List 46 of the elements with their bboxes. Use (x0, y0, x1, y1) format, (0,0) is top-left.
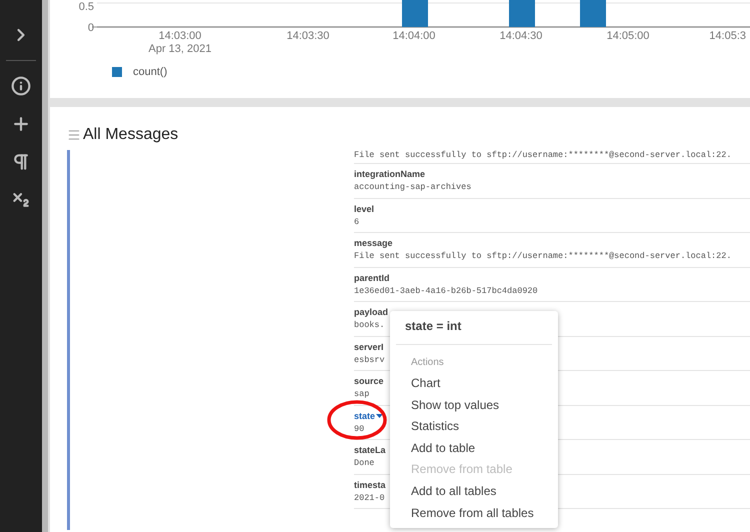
field-name[interactable]: stateLa (354, 444, 386, 458)
x-tick-label: 14:03:00 (158, 30, 202, 42)
menu-item[interactable]: Statistics (396, 416, 552, 438)
field-name[interactable]: source (354, 375, 384, 388)
bar (580, 0, 606, 27)
legend-swatch (112, 67, 122, 78)
field-name[interactable]: level (354, 202, 374, 216)
field-value: File sent successfully to sftp://username:********@second-server.local:22. (354, 149, 732, 161)
field-value: Done (354, 457, 374, 470)
field-name[interactable]: payload (354, 306, 388, 320)
panel-title: All Messages (83, 125, 178, 145)
field-name[interactable]: message (354, 237, 393, 250)
field-name[interactable]: parentId (354, 272, 390, 285)
field-value: esbsrv (354, 354, 385, 366)
field-value: 2021-0 (354, 492, 385, 504)
legend-label: count() (133, 65, 168, 80)
menu-item[interactable]: Chart (396, 373, 552, 395)
field-value: 90 (354, 422, 364, 435)
x-tick-label: 14:04:00 (392, 30, 436, 42)
menu-item[interactable]: Show top values (396, 394, 552, 416)
field-name[interactable]: serverI (354, 340, 384, 354)
y-tick-label: 0.5 (78, 1, 94, 13)
bar (402, 0, 428, 27)
caret-icon (376, 414, 384, 419)
y-tick-label: 0 (88, 22, 94, 34)
x-tick-label: 14:05:3 (709, 30, 746, 42)
highlight-ellipse (326, 399, 388, 441)
menu-item[interactable]: Add to all tables (396, 480, 552, 503)
field-value: books. (354, 319, 385, 332)
x-tick-label: 14:05:00 (606, 30, 650, 42)
field-value: accounting-sap-archives (354, 181, 472, 194)
date-label: Apr 13, 2021 (148, 43, 212, 55)
field-value: 6 (354, 216, 360, 228)
field-value: File sent successfully to sftp://username:********@second-server.local:22. (354, 250, 732, 262)
x-tick-label: 14:03:30 (286, 30, 330, 42)
field-name[interactable]: state (354, 410, 384, 423)
menu-item[interactable]: Add to table (396, 438, 552, 460)
menu-section-header: Actions (410, 356, 445, 370)
field-name[interactable]: integrationName (354, 168, 426, 182)
field-value: sap (354, 388, 370, 400)
x-tick-label: 14:04:30 (500, 30, 542, 42)
field-name[interactable]: timesta (354, 478, 386, 492)
menu-title: state = int (396, 317, 552, 345)
bar (509, 0, 535, 27)
menu-item[interactable]: Remove from all tables (396, 502, 552, 524)
field-value: 1e36ed01-3aeb-4a16-b26b-517bc4da0920 (354, 284, 538, 297)
